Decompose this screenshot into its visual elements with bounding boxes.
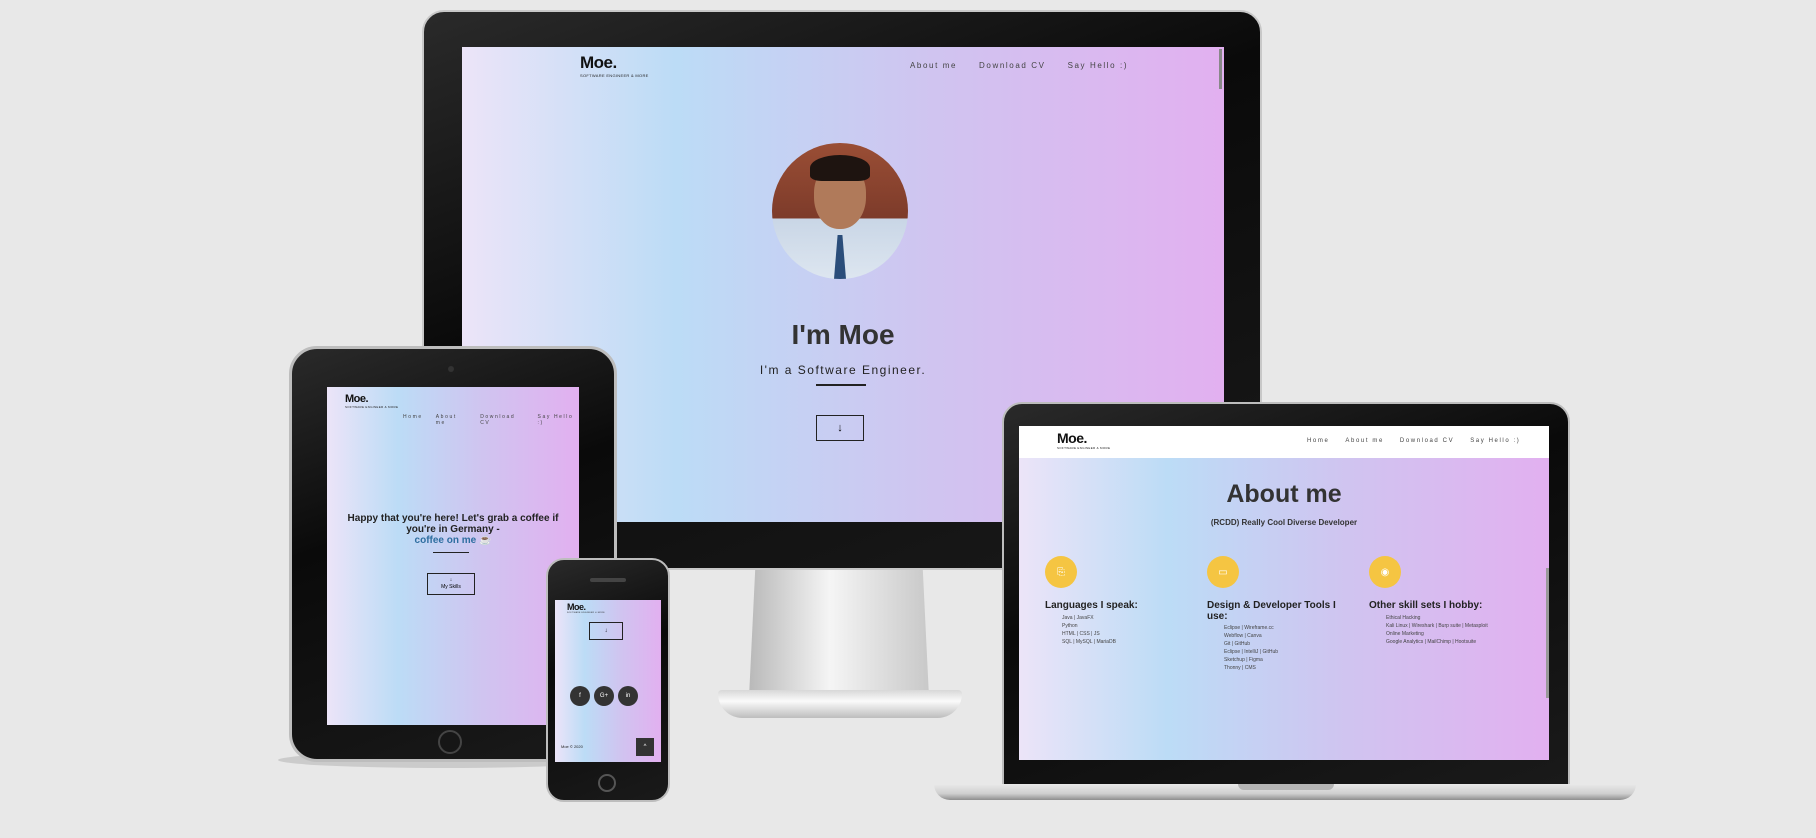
tablet-camera: [448, 366, 454, 372]
arrow-down-icon: ↓: [837, 422, 843, 434]
tools-title: Design & Developer Tools I use:: [1207, 600, 1336, 622]
coffee-link[interactable]: coffee on me ☕: [327, 535, 579, 546]
phone-scroll-button[interactable]: ↓: [589, 622, 623, 640]
nav-say-hello[interactable]: Say Hello :): [1470, 438, 1520, 444]
hobbies-list: Ethical Hacking Kali Linux | Wireshark |…: [1386, 615, 1488, 645]
tablet-nav: Home About me Download CV Say Hello :): [403, 414, 579, 426]
nav-say-hello[interactable]: Say Hello :): [1068, 61, 1129, 70]
linkedin-icon[interactable]: in: [618, 686, 638, 706]
phone-logo[interactable]: Moe. SOFTWARE ENGINEER & MORE: [567, 602, 605, 614]
scrollbar[interactable]: [1219, 49, 1222, 89]
my-skills-button[interactable]: ↓ My Skills: [427, 573, 475, 595]
scrollbar[interactable]: [1546, 568, 1549, 698]
about-subtitle: (RCDD) Really Cool Diverse Developer: [1210, 518, 1358, 527]
tablet-message: Happy that you're here! Let's grab a cof…: [327, 513, 579, 546]
languages-title: Languages I speak:: [1045, 600, 1138, 611]
phone-screen: Moe. SOFTWARE ENGINEER & MORE ↓ f G+ in …: [555, 600, 661, 762]
laptop-logo[interactable]: Moe. SOFTWARE ENGINEER & MORE: [1057, 430, 1110, 450]
about-section: About me (RCDD) Really Cool Diverse Deve…: [1019, 458, 1549, 760]
desktop-nav: About me Download CV Say Hello :): [910, 61, 1128, 70]
facebook-icon[interactable]: f: [570, 686, 590, 706]
nav-about[interactable]: About me: [910, 61, 957, 70]
tools-list: Eclipse | Wireframe.cc Webflow | Canva G…: [1224, 625, 1279, 671]
hobbies-title: Other skill sets I hobby:: [1369, 600, 1483, 611]
arrow-down-icon: ↓: [449, 577, 453, 583]
laptop-notch: [1238, 784, 1334, 790]
back-to-top-button[interactable]: ^: [636, 738, 654, 756]
site-logo[interactable]: Moe. SOFTWARE ENGINEER & MORE: [580, 53, 649, 78]
tablet-divider: [433, 552, 469, 553]
laptop-nav: Home About me Download CV Say Hello :): [1307, 438, 1520, 444]
languages-list: Java | JavaFX Python HTML | CSS | JS SQL…: [1062, 615, 1116, 645]
nav-about[interactable]: About me: [436, 414, 467, 426]
translate-icon: ⎘: [1045, 556, 1077, 588]
scroll-down-button[interactable]: ↓: [816, 415, 864, 441]
monitor-stand-base: [718, 690, 962, 718]
nav-say-hello[interactable]: Say Hello :): [538, 414, 579, 426]
laptop-header: Moe. SOFTWARE ENGINEER & MORE Home About…: [1019, 426, 1549, 458]
laptop-icon: ▭: [1207, 556, 1239, 588]
about-title: About me: [1226, 480, 1342, 508]
phone-footer-text: Moe © 2020: [561, 744, 583, 749]
avatar-tie: [834, 235, 846, 279]
arrow-down-icon: ↓: [604, 628, 608, 634]
tablet-screen: Moe. SOFTWARE ENGINEER & MORE Home About…: [327, 387, 579, 725]
globe-icon: ◉: [1369, 556, 1401, 588]
title-divider: [816, 384, 866, 386]
nav-download-cv[interactable]: Download CV: [1400, 438, 1454, 444]
phone-speaker: [590, 578, 626, 582]
nav-about[interactable]: About me: [1345, 438, 1383, 444]
laptop-screen: Moe. SOFTWARE ENGINEER & MORE Home About…: [1019, 426, 1549, 760]
tablet-home-button[interactable]: [438, 730, 462, 754]
nav-download-cv[interactable]: Download CV: [979, 61, 1046, 70]
phone-home-button[interactable]: [598, 774, 616, 792]
google-plus-icon[interactable]: G+: [594, 686, 614, 706]
tablet-logo[interactable]: Moe. SOFTWARE ENGINEER & MORE: [345, 393, 398, 409]
avatar: [772, 143, 908, 279]
nav-home[interactable]: Home: [403, 414, 423, 426]
avatar-hair: [810, 155, 870, 181]
nav-home[interactable]: Home: [1307, 438, 1329, 444]
chevron-up-icon: ^: [643, 744, 647, 750]
nav-download-cv[interactable]: Download CV: [480, 414, 524, 426]
